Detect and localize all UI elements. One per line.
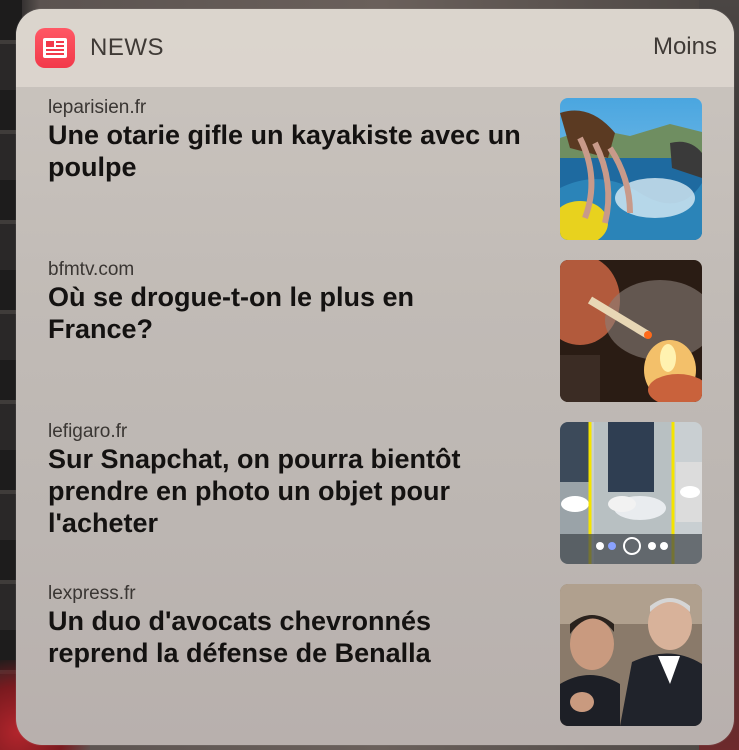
news-headline: Où se drogue-t-on le plus en France?: [48, 282, 415, 344]
news-source: bfmtv.com: [48, 259, 135, 280]
joint-lighter-photo: [560, 260, 702, 402]
news-headline: Une otarie gifle un kayakiste avec un po…: [48, 120, 521, 182]
news-source: leparisien.fr: [48, 97, 147, 118]
snapchat-shoes-scan-photo: [560, 422, 702, 564]
news-headline: Un duo d'avocats chevronnés reprend la d…: [48, 606, 432, 668]
news-source: lefigaro.fr: [48, 421, 128, 442]
news-item[interactable]: bfmtv.com Où se drogue-t-on le plus en F…: [16, 259, 734, 409]
lawyers-hearing-photo: [560, 584, 702, 726]
widget-app-name: NEWS: [90, 34, 164, 61]
seal-octopus-kayak-photo: [560, 98, 702, 240]
news-app-icon[interactable]: [35, 28, 75, 68]
show-less-button[interactable]: Moins: [653, 33, 717, 61]
newspaper-icon: [43, 38, 67, 58]
news-item[interactable]: lexpress.fr Un duo d'avocats chevronnés …: [16, 583, 734, 733]
news-headline: Sur Snapchat, on pourra bientôt prendre …: [48, 444, 461, 538]
news-source: lexpress.fr: [48, 583, 136, 604]
news-item[interactable]: leparisien.fr Une otarie gifle un kayaki…: [16, 97, 734, 247]
news-widget: NEWS Moins leparisien.fr Une otarie gifl…: [16, 9, 734, 745]
widget-header: NEWS Moins: [16, 9, 734, 87]
news-item[interactable]: lefigaro.fr Sur Snapchat, on pourra bien…: [16, 421, 734, 571]
